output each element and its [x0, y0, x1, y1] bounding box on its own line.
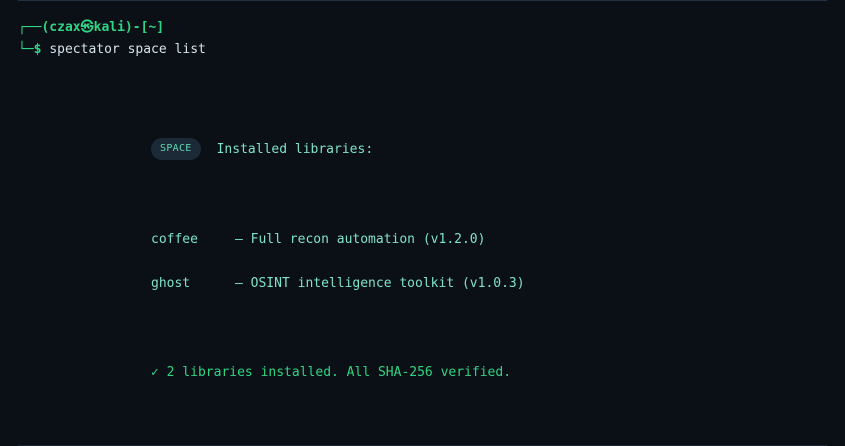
prompt-separator: - [132, 20, 141, 35]
library-row-ghost: ghost – OSINT intelligence toolkit (v1.0.… [151, 275, 525, 293]
library-name: coffee [151, 232, 198, 247]
library-description: – OSINT intelligence toolkit (v1.0.3) [235, 276, 525, 291]
prompt-cwd: [~] [140, 20, 165, 35]
prompt-user-host: (czax㉿kali) [41, 20, 133, 35]
library-row-coffee: coffee – Full recon automation (v1.2.0) [151, 231, 485, 249]
prompt-command-line: └─$ spectator space list [18, 41, 206, 59]
prompt-corner-bottom: └─ [18, 42, 34, 57]
terminal-top-border [18, 0, 827, 1]
prompt-corner-top: ┌── [18, 20, 42, 35]
checkmark-icon: ✓ [151, 365, 159, 380]
library-name: ghost [151, 276, 191, 291]
space-badge: SPACE [151, 138, 201, 160]
section-header: SPACE Installed libraries: [151, 138, 373, 160]
prompt-dollar-symbol: $ [33, 42, 42, 57]
library-description: – Full recon automation (v1.2.0) [235, 232, 486, 247]
summary-text: 2 libraries installed. All SHA-256 verif… [166, 365, 512, 380]
command-text: spectator space list [49, 42, 206, 57]
prompt-header-line: ┌──(czax㉿kali)-[~] [18, 19, 164, 37]
summary-line: ✓ 2 libraries installed. All SHA-256 ver… [151, 364, 511, 382]
section-title: Installed libraries: [216, 141, 374, 157]
